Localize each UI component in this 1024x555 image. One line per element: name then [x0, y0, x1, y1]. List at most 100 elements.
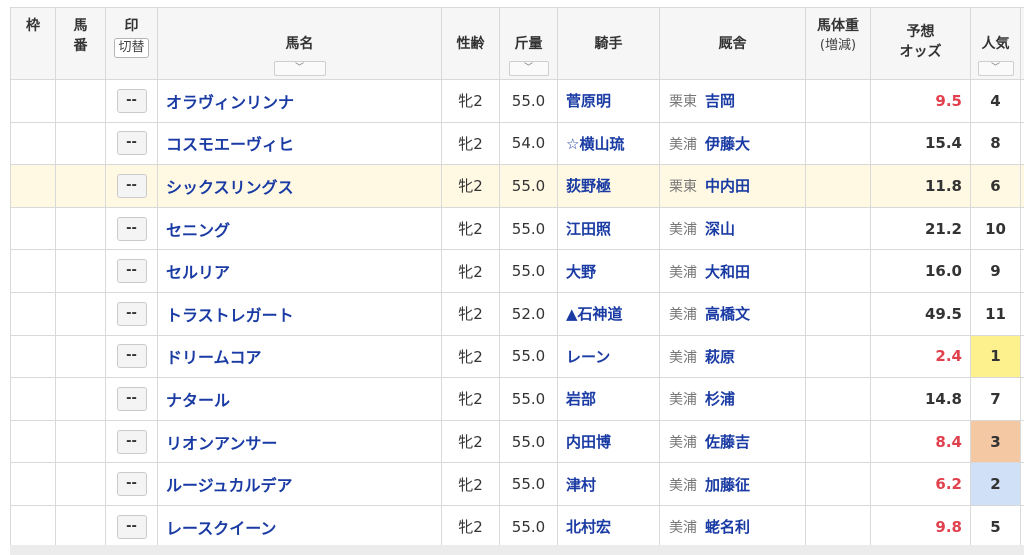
umaban-cell	[55, 462, 106, 506]
trainer-link[interactable]: 杉浦	[705, 390, 735, 408]
sex-age-cell: 牝2	[441, 164, 500, 208]
weight-cell	[805, 164, 871, 208]
mark-select-button[interactable]: --	[116, 173, 147, 198]
horse-name-link[interactable]: セニング	[166, 221, 230, 240]
sort-popularity-button[interactable]: ﹀	[977, 61, 1014, 76]
sex-age-cell: 牝2	[441, 121, 500, 166]
horse-name-cell: シックスリングス	[157, 164, 442, 208]
umaban-cell	[55, 377, 106, 421]
mark-select-button[interactable]: --	[116, 88, 147, 113]
sort-kinryo-button[interactable]: ﹀	[508, 61, 549, 76]
extra-cell	[1020, 206, 1024, 251]
horse-name-link[interactable]: コスモエーヴィヒ	[166, 135, 294, 154]
popularity-cell: 6	[970, 164, 1021, 208]
jockey-cell: 岩部	[557, 377, 660, 421]
jockey-link[interactable]: ▲石神道	[566, 305, 623, 323]
mark-select-button[interactable]: --	[116, 386, 147, 411]
umaban-cell	[55, 419, 106, 464]
header-mark: 印 切替	[105, 7, 158, 80]
sex-age-cell: 牝2	[441, 334, 500, 379]
trainer-link[interactable]: 佐藤吉	[705, 433, 750, 451]
mark-select-button[interactable]: --	[116, 301, 147, 326]
horse-name-link[interactable]: オラヴィンリンナ	[166, 93, 294, 112]
horse-name-link[interactable]: トラストレガート	[166, 306, 294, 325]
jockey-link[interactable]: 荻野極	[566, 177, 611, 195]
jockey-cell: 菅原明	[557, 79, 660, 123]
horse-name-cell: ドリームコア	[157, 334, 442, 379]
waku-cell	[10, 121, 56, 166]
jockey-link[interactable]: 内田博	[566, 433, 611, 451]
jockey-link[interactable]: レーン	[566, 348, 610, 366]
trainer-cell: 栗東 中内田	[659, 164, 806, 208]
horse-name-cell: ナタール	[157, 377, 442, 421]
jockey-cell: 北村宏	[557, 504, 660, 549]
trainer-region: 美浦	[669, 349, 697, 366]
trainer-link[interactable]: 萩原	[705, 348, 735, 366]
trainer-link[interactable]: 大和田	[705, 263, 750, 281]
popularity-cell: 9	[970, 249, 1021, 293]
horse-name-link[interactable]: ナタール	[166, 391, 230, 410]
header-extra	[1020, 7, 1024, 80]
extra-cell	[1020, 291, 1024, 336]
trainer-link[interactable]: 中内田	[705, 177, 750, 195]
mark-cell: --	[105, 334, 158, 379]
popularity-cell: 2	[970, 462, 1021, 506]
table-row: -- コスモエーヴィヒ 牝2 54.0 ☆横山琉 美浦 伊藤大 15.4 8	[10, 121, 1024, 166]
waku-cell	[10, 334, 56, 379]
jockey-cell: 内田博	[557, 419, 660, 464]
jockey-link[interactable]: 岩部	[566, 390, 596, 408]
popularity-cell: 7	[970, 377, 1021, 421]
extra-cell	[1020, 462, 1024, 506]
jockey-cell: 津村	[557, 462, 660, 506]
umaban-cell	[55, 291, 106, 336]
header-popularity[interactable]: 人気 ﹀	[970, 7, 1021, 80]
header-kinryo[interactable]: 斤量 ﹀	[499, 7, 558, 80]
waku-cell	[10, 164, 56, 208]
race-card-body: -- オラヴィンリンナ 牝2 55.0 菅原明 栗東 吉岡 9.5 4 -- コスモエーヴィヒ 牝2 5…	[10, 79, 1024, 549]
sex-age-cell: 牝2	[441, 79, 500, 123]
umaban-cell	[55, 206, 106, 251]
sort-horse-name-button[interactable]: ﹀	[273, 61, 326, 76]
mark-select-button[interactable]: --	[116, 216, 147, 241]
kinryo-cell: 54.0	[499, 121, 558, 166]
odds-cell: 15.4	[870, 121, 971, 166]
horse-name-cell: セニング	[157, 206, 442, 251]
kinryo-cell: 55.0	[499, 334, 558, 379]
jockey-link[interactable]: 江田照	[566, 220, 611, 238]
horse-name-link[interactable]: セルリア	[166, 263, 230, 282]
popularity-cell: 4	[970, 79, 1021, 123]
horse-name-link[interactable]: シックスリングス	[166, 178, 294, 197]
sex-age-cell: 牝2	[441, 291, 500, 336]
jockey-link[interactable]: 菅原明	[566, 92, 611, 110]
mark-cell: --	[105, 462, 158, 506]
mark-select-button[interactable]: --	[116, 131, 147, 156]
jockey-link[interactable]: 北村宏	[566, 518, 611, 536]
waku-cell	[10, 504, 56, 549]
horse-name-link[interactable]: リオンアンサー	[166, 434, 277, 453]
trainer-link[interactable]: 深山	[705, 220, 735, 238]
trainer-link[interactable]: 伊藤大	[705, 135, 750, 153]
trainer-link[interactable]: 蛯名利	[705, 518, 750, 536]
popularity-cell: 10	[970, 206, 1021, 251]
mark-select-button[interactable]: --	[116, 344, 147, 369]
kinryo-cell: 55.0	[499, 419, 558, 464]
header-horse-name[interactable]: 馬名 ﹀	[157, 7, 442, 80]
kinryo-cell: 55.0	[499, 79, 558, 123]
mark-toggle-button[interactable]: 切替	[114, 38, 149, 58]
trainer-region: 美浦	[669, 264, 697, 281]
trainer-link[interactable]: 吉岡	[705, 92, 735, 110]
popularity-cell: 3	[970, 419, 1021, 464]
mark-select-button[interactable]: --	[116, 429, 147, 454]
horse-name-link[interactable]: ドリームコア	[166, 348, 262, 367]
mark-select-button[interactable]: --	[116, 514, 147, 539]
horse-name-link[interactable]: レースクイーン	[166, 519, 276, 538]
mark-select-button[interactable]: --	[116, 472, 147, 497]
trainer-cell: 美浦 佐藤吉	[659, 419, 806, 464]
jockey-link[interactable]: 津村	[566, 476, 596, 494]
trainer-link[interactable]: 加藤征	[705, 476, 750, 494]
mark-select-button[interactable]: --	[116, 259, 147, 284]
trainer-link[interactable]: 高橋文	[705, 305, 750, 323]
jockey-link[interactable]: ☆横山琉	[566, 135, 624, 153]
horse-name-link[interactable]: ルージュカルデア	[166, 476, 293, 495]
jockey-link[interactable]: 大野	[566, 263, 596, 281]
